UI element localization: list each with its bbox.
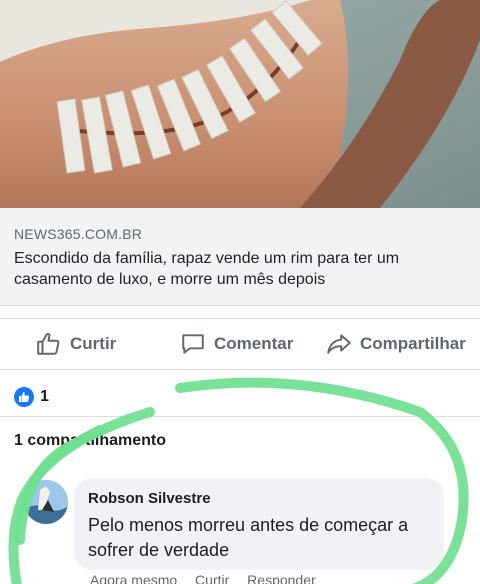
- comment-label: Comentar: [214, 334, 294, 353]
- comment-bubble-icon: [182, 334, 204, 354]
- link-preview-caption[interactable]: NEWS365.COM.BR Escondido da família, rap…: [0, 208, 480, 306]
- reaction-count: 1: [40, 388, 49, 405]
- shares-count[interactable]: 1 compartilhamento: [14, 432, 166, 450]
- thumbs-up-icon: [37, 332, 60, 355]
- share-label: Compartilhar: [360, 334, 466, 353]
- like-label: Curtir: [70, 334, 117, 353]
- share-arrow-icon: [327, 334, 351, 354]
- divider: [0, 416, 480, 417]
- share-button[interactable]: Compartilhar: [326, 319, 466, 369]
- link-domain: NEWS365.COM.BR: [14, 226, 143, 242]
- link-title[interactable]: Escondido da família, rapaz vende um rim…: [14, 248, 444, 290]
- comment-text: Pelo menos morreu antes de começar a sof…: [88, 515, 409, 560]
- comment-meta: Agora mesmo Curtir Responder: [90, 572, 330, 584]
- like-reaction-icon: [14, 387, 34, 407]
- like-button[interactable]: Curtir: [36, 319, 116, 369]
- comment-reply-link[interactable]: Responder: [247, 572, 316, 584]
- avatar[interactable]: [24, 480, 68, 524]
- comment-button[interactable]: Comentar: [180, 319, 293, 369]
- reactions-summary[interactable]: 1: [14, 386, 49, 408]
- comment-bubble: Robson Silvestre Pelo menos morreu antes…: [74, 478, 444, 570]
- comment-timestamp: Agora mesmo: [90, 572, 178, 584]
- comment-like-link[interactable]: Curtir: [195, 572, 229, 584]
- link-preview-image[interactable]: [0, 0, 480, 208]
- comment-author[interactable]: Robson Silvestre: [88, 490, 430, 507]
- post-action-bar: Curtir Comentar Compartilhar: [0, 318, 480, 370]
